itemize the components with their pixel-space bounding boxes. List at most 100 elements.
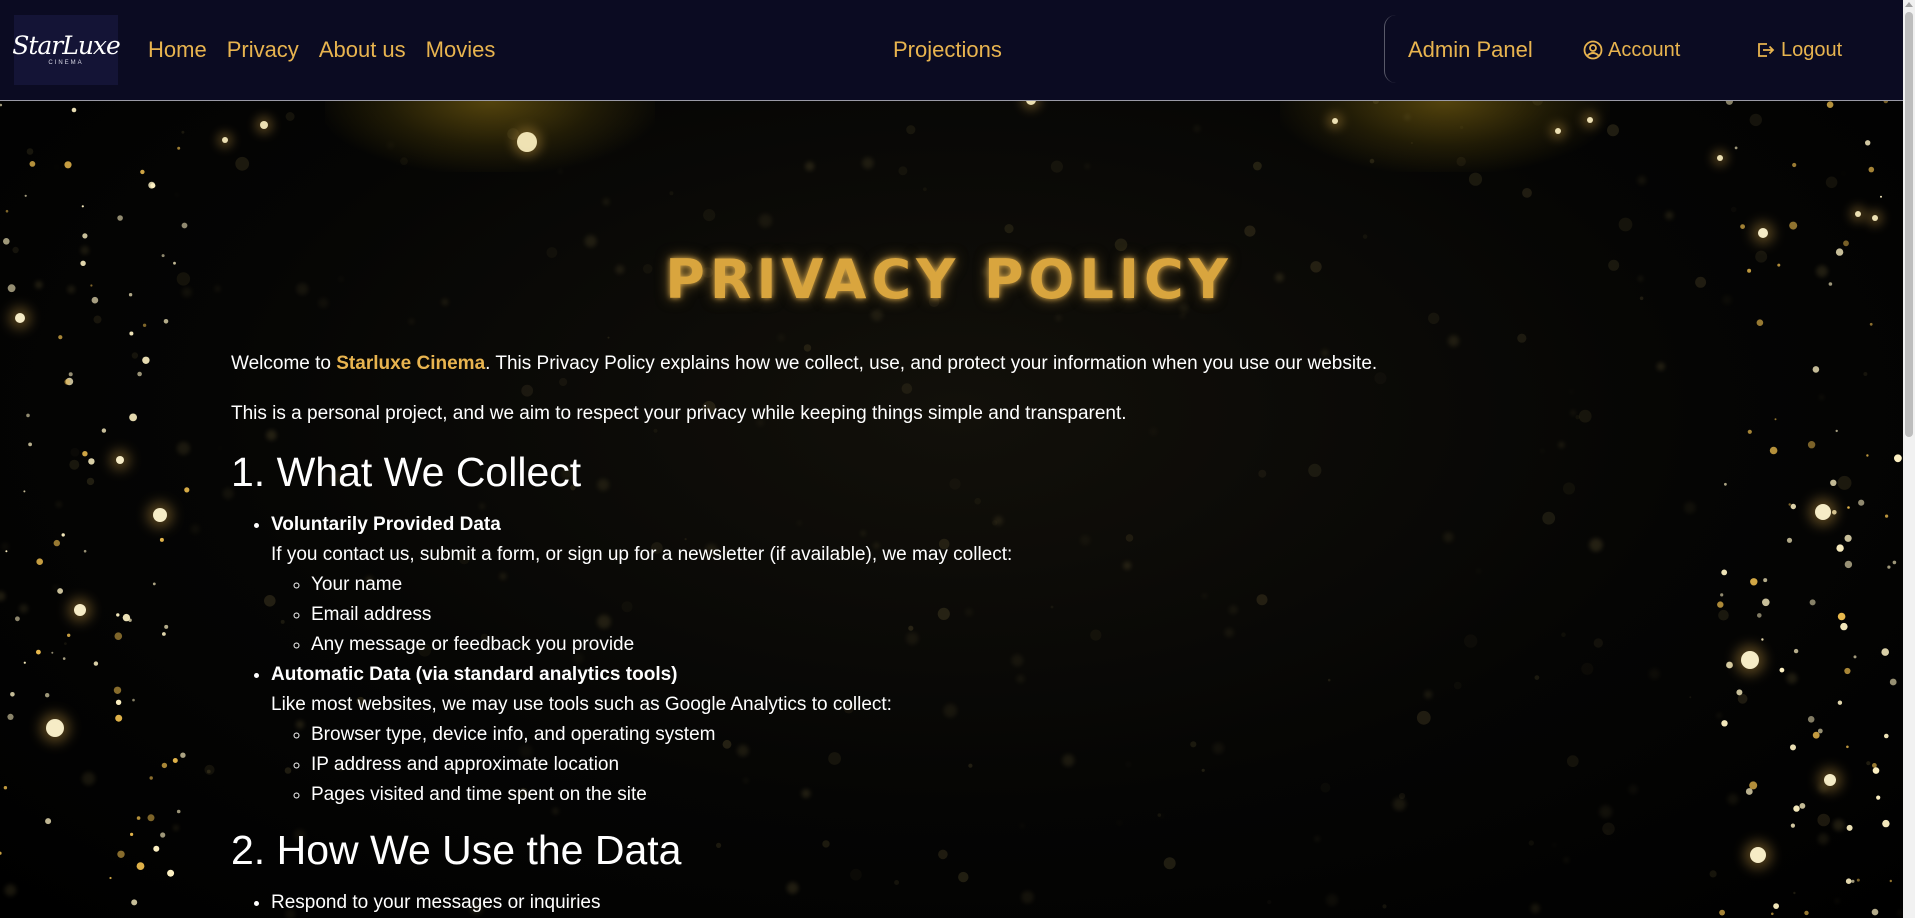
sparkle [214,285,221,292]
scrollbar[interactable] [1903,0,1915,918]
sparkle [54,165,59,169]
sparkle [716,842,722,849]
sparkle [136,816,141,820]
use-list: Respond to your messages or inquiries [231,888,601,918]
sparkle [69,459,80,470]
sparkle [160,832,166,838]
sparkle [1555,128,1561,134]
sparkle [521,384,534,397]
sparkle [1528,840,1535,846]
sparkle [1558,441,1565,448]
sparkle [974,497,981,505]
sparkle [90,284,93,287]
sparkle [1709,870,1717,878]
site-logo[interactable]: StarLuxe CINEMA [12,15,121,85]
sparkle [938,849,948,860]
sparkle [1816,265,1828,278]
sparkle [130,832,134,837]
sparkle [1569,390,1573,394]
sparkle [1090,629,1102,641]
sparkle [131,899,138,906]
sparkle [1593,638,1604,648]
sparkle [164,624,169,629]
sparkle [3,238,10,245]
sparkle [35,281,43,289]
scroll-up-arrow-icon[interactable] [1905,2,1913,7]
sparkle [703,209,716,222]
sparkle [1835,429,1838,433]
main-nav: Home Privacy About us Movies [148,0,495,100]
sparkle [132,698,135,702]
sparkle [0,103,3,107]
sparkle [204,764,215,775]
sparkle [1561,632,1566,637]
logout-link[interactable]: Logout [1756,0,1842,100]
sparkle [1807,716,1815,723]
sparkle [1858,499,1865,506]
nav-projections-link[interactable]: Projections [893,0,1002,100]
sparkle [1872,215,1878,221]
sparkle [1684,501,1696,514]
nav-home-link[interactable]: Home [148,37,207,63]
sparkle [1618,217,1633,232]
sparkle [181,222,188,229]
nav-movies-link[interactable]: Movies [426,37,496,63]
sparkle [1160,814,1164,818]
sparkle [142,356,150,364]
sparkle [906,125,916,135]
sparkle [182,287,192,298]
sparkle [64,161,72,169]
sparkle [1589,538,1603,552]
sparkle [1011,654,1024,667]
sparkle [173,825,179,831]
sparkle [1468,172,1483,186]
sparkle [23,490,26,493]
sparkle [850,868,862,881]
nav-privacy-link[interactable]: Privacy [227,37,299,63]
sparkle [1819,395,1824,400]
sparkle [1443,532,1454,543]
sparkle [26,413,30,418]
sparkle [1190,741,1197,748]
sub-list-item: IP address and approximate location [311,750,1012,780]
account-link[interactable]: Account [1583,0,1680,100]
sparkle [1881,648,1889,656]
sparkle [137,371,142,377]
sparkle [1792,162,1797,168]
sparkle [177,146,181,150]
sparkle [46,719,64,737]
scroll-thumb[interactable] [1905,12,1913,437]
sparkle [1845,878,1852,884]
sparkle [53,585,59,591]
sparkle [15,313,25,323]
sparkle [1730,206,1737,213]
sparkle [93,661,99,666]
sparkle [1885,514,1889,518]
sparkle [162,632,166,636]
sparkle [1578,409,1592,423]
sparkle [1863,372,1868,376]
sparkle [1542,511,1556,525]
sparkle [1762,598,1770,607]
sparkle [1774,418,1777,421]
sparkle [1889,678,1897,686]
sparkle [1522,188,1532,198]
sparkle [602,198,610,206]
sparkle [80,260,86,266]
sparkle [80,245,90,255]
admin-panel-link[interactable]: Admin Panel [1408,0,1533,100]
sparkle [1817,782,1828,794]
sparkle [1750,578,1758,586]
sparkle [1724,482,1727,486]
sparkle [1564,858,1569,862]
sparkle [1856,878,1860,882]
sparkle [1866,454,1869,457]
sparkle [74,604,86,616]
sub-list: Browser type, device info, and operating… [271,720,1012,810]
sparkle [116,613,120,617]
intro-paragraph-2: This is a personal project, and we aim t… [231,403,1127,424]
sparkle [1750,847,1766,863]
sparkle [923,187,927,192]
nav-about-link[interactable]: About us [319,37,406,63]
sparkle [1717,713,1721,718]
